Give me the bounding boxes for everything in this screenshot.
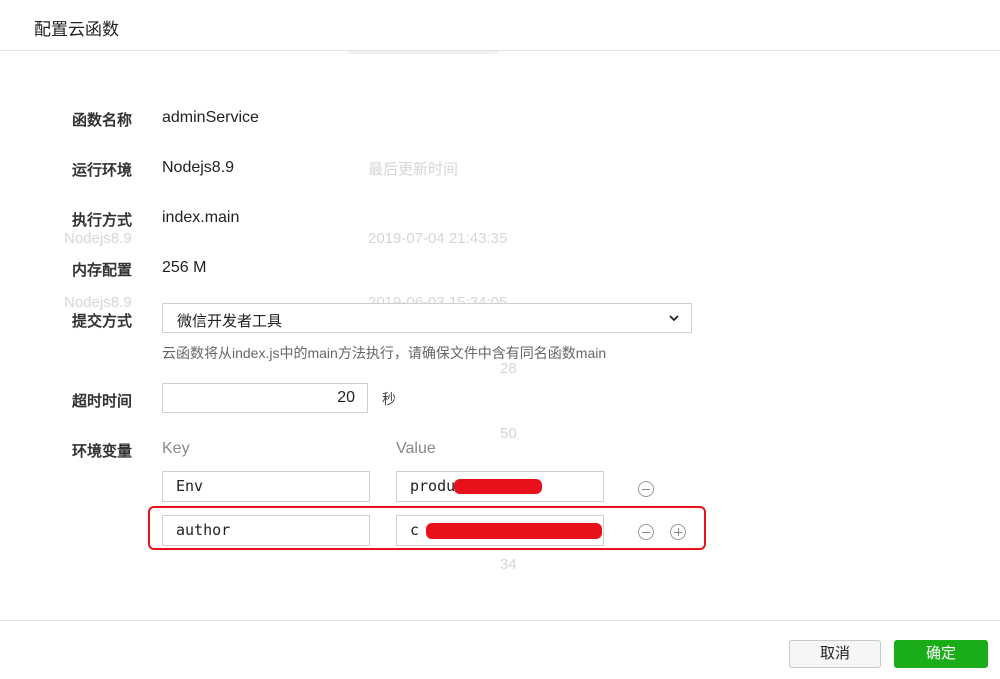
remove-env-row-button[interactable] bbox=[638, 481, 654, 497]
configure-cloud-function-dialog: 最后更新时间 Nodejs8.9 2019-07-04 21:43:35 Nod… bbox=[0, 0, 1000, 679]
dialog-header: 配置云函数 bbox=[0, 0, 1000, 51]
highlight-annotation-box bbox=[148, 506, 706, 550]
ghost-row1-time: 2019-07-04 21:43:35 bbox=[368, 230, 508, 247]
timeout-unit: 秒 bbox=[382, 391, 396, 407]
env-key-header: Key bbox=[162, 440, 190, 457]
memory-value: 256 M bbox=[162, 259, 207, 276]
runtime-label: 运行环境 bbox=[72, 162, 133, 179]
function-name-value: adminService bbox=[162, 109, 259, 126]
runtime-value: Nodejs8.9 bbox=[162, 159, 235, 176]
function-name-label: 函数名称 bbox=[72, 112, 133, 129]
submit-method-select[interactable]: 微信开发者工具 bbox=[162, 303, 692, 333]
redaction-mark bbox=[454, 479, 542, 494]
dialog-title: 配置云函数 bbox=[34, 20, 119, 39]
ghost-num-3: 34 bbox=[500, 556, 517, 573]
ghost-row2-env: Nodejs8.9 bbox=[64, 294, 132, 311]
env-value-header: Value bbox=[396, 440, 436, 457]
memory-label: 内存配置 bbox=[72, 262, 133, 279]
handler-label: 执行方式 bbox=[72, 212, 133, 229]
submit-method-hint: 云函数将从index.js中的main方法执行，请确保文件中含有同名函数main bbox=[162, 345, 607, 361]
env-value-text: produ bbox=[410, 477, 456, 495]
ghost-column-header: 最后更新时间 bbox=[368, 161, 459, 178]
cancel-button[interactable]: 取消 bbox=[789, 640, 881, 668]
env-key-input[interactable]: Env bbox=[162, 471, 370, 502]
minus-icon bbox=[642, 488, 650, 490]
ghost-row1-env: Nodejs8.9 bbox=[64, 230, 132, 247]
confirm-button[interactable]: 确定 bbox=[894, 640, 988, 668]
chevron-down-icon bbox=[669, 315, 679, 322]
ghost-num-2: 50 bbox=[500, 425, 517, 442]
submit-method-label: 提交方式 bbox=[72, 313, 133, 330]
timeout-input[interactable]: 20 bbox=[162, 383, 368, 413]
env-vars-label: 环境变量 bbox=[72, 443, 133, 460]
submit-method-selected: 微信开发者工具 bbox=[177, 313, 283, 330]
handler-value: index.main bbox=[162, 209, 240, 226]
timeout-label: 超时时间 bbox=[72, 393, 133, 410]
